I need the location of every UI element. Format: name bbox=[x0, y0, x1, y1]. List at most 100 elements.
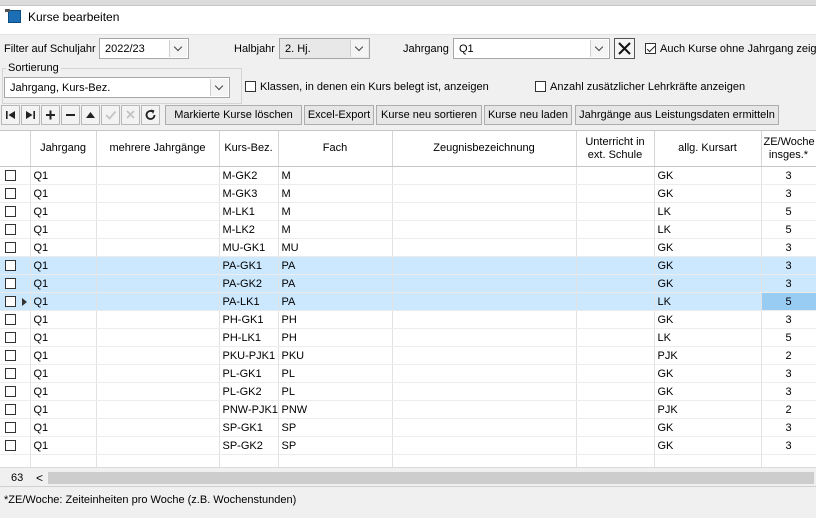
cell-kurs-bez[interactable]: M-LK1 bbox=[219, 202, 279, 221]
table-row[interactable]: Q1 PA-GK1 PA GK 3 bbox=[0, 256, 816, 275]
row-checkbox[interactable] bbox=[5, 224, 16, 235]
table-row[interactable]: Q1 PA-LK1 PA LK 5 bbox=[0, 292, 816, 311]
cell-mehrere[interactable] bbox=[96, 436, 220, 455]
last-record-button[interactable] bbox=[21, 105, 40, 125]
klassen-checkbox[interactable] bbox=[245, 81, 256, 92]
cell-fach[interactable]: PA bbox=[278, 292, 393, 311]
row-select-cell[interactable] bbox=[0, 220, 31, 239]
row-select-cell[interactable] bbox=[0, 310, 31, 329]
cell-ext-schule[interactable] bbox=[576, 292, 655, 311]
table-row[interactable]: Q1 PL-GK2 PL GK 3 bbox=[0, 382, 816, 401]
cell-kursart[interactable]: PJK bbox=[654, 400, 762, 419]
cell-ext-schule[interactable] bbox=[576, 238, 655, 257]
row-checkbox[interactable] bbox=[5, 278, 16, 289]
row-select-cell[interactable] bbox=[0, 382, 31, 401]
cell-fach[interactable]: PNW bbox=[278, 400, 393, 419]
resort-button[interactable]: Kurse neu sortieren bbox=[376, 105, 482, 125]
row-checkbox[interactable] bbox=[5, 296, 16, 307]
scroll-left-icon[interactable]: < bbox=[36, 471, 43, 485]
cell-kurs-bez[interactable]: PL-GK2 bbox=[219, 382, 279, 401]
anzahl-checkbox[interactable] bbox=[535, 81, 546, 92]
cell-ext-schule[interactable] bbox=[576, 400, 655, 419]
chevron-down-icon[interactable] bbox=[590, 40, 608, 57]
cell-ze-woche[interactable]: 2 bbox=[761, 346, 816, 365]
cell-zeugnis[interactable] bbox=[392, 346, 577, 365]
cell-ze-woche[interactable]: 3 bbox=[761, 274, 816, 293]
cell-kurs-bez[interactable]: PH-LK1 bbox=[219, 328, 279, 347]
row-checkbox[interactable] bbox=[5, 404, 16, 415]
cell-jahrgang[interactable]: Q1 bbox=[30, 310, 97, 329]
cell-fach[interactable]: PH bbox=[278, 310, 393, 329]
cell-fach[interactable]: SP bbox=[278, 436, 393, 455]
row-select-cell[interactable] bbox=[0, 436, 31, 455]
cell-mehrere[interactable] bbox=[96, 346, 220, 365]
clear-jahrgang-button[interactable] bbox=[614, 38, 635, 59]
halbjahr-select[interactable]: 2. Hj. bbox=[279, 38, 370, 59]
row-select-cell[interactable] bbox=[0, 238, 31, 257]
cell-kursart[interactable]: LK bbox=[654, 328, 762, 347]
cell-ze-woche[interactable]: 5 bbox=[761, 328, 816, 347]
cell-kursart[interactable]: GK bbox=[654, 310, 762, 329]
cell-jahrgang[interactable]: Q1 bbox=[30, 238, 97, 257]
table-row[interactable]: Q1 M-LK1 M LK 5 bbox=[0, 202, 816, 221]
table-row[interactable]: Q1 SP-GK2 SP GK 3 bbox=[0, 436, 816, 455]
col-ze-woche[interactable]: ZE/Woche insges.* bbox=[761, 131, 816, 167]
cell-mehrere[interactable] bbox=[96, 202, 220, 221]
cell-mehrere[interactable] bbox=[96, 220, 220, 239]
chevron-down-icon[interactable] bbox=[350, 40, 368, 57]
cancel-button[interactable] bbox=[121, 105, 140, 125]
jahrgang-select[interactable]: Q1 bbox=[453, 38, 610, 59]
col-zeugnisbezeichnung[interactable]: Zeugnisbezeichnung bbox=[392, 131, 577, 167]
cell-fach[interactable]: PL bbox=[278, 382, 393, 401]
cell-zeugnis[interactable] bbox=[392, 382, 577, 401]
cell-kurs-bez[interactable]: PA-LK1 bbox=[219, 292, 279, 311]
cell-kursart[interactable]: GK bbox=[654, 436, 762, 455]
cell-ext-schule[interactable] bbox=[576, 418, 655, 437]
cell-jahrgang[interactable]: Q1 bbox=[30, 382, 97, 401]
cell-ze-woche[interactable]: 5 bbox=[761, 202, 816, 221]
cell-fach[interactable]: PA bbox=[278, 274, 393, 293]
cell-fach[interactable]: M bbox=[278, 184, 393, 203]
col-select[interactable] bbox=[0, 131, 31, 167]
cell-zeugnis[interactable] bbox=[392, 364, 577, 383]
cell-ze-woche[interactable]: 5 bbox=[761, 220, 816, 239]
row-checkbox[interactable] bbox=[5, 170, 16, 181]
cell-kursart[interactable]: GK bbox=[654, 184, 762, 203]
col-fach[interactable]: Fach bbox=[278, 131, 393, 167]
cell-kursart[interactable]: GK bbox=[654, 238, 762, 257]
cell-jahrgang[interactable]: Q1 bbox=[30, 400, 97, 419]
cell-mehrere[interactable] bbox=[96, 184, 220, 203]
cell-zeugnis[interactable] bbox=[392, 418, 577, 437]
kurse-table[interactable]: Jahrgang mehrere Jahrgänge Kurs-Bez. Fac… bbox=[0, 130, 816, 472]
cell-ze-woche[interactable]: 3 bbox=[761, 436, 816, 455]
cell-ze-woche[interactable]: 3 bbox=[761, 166, 816, 185]
cell-kurs-bez[interactable]: M-GK3 bbox=[219, 184, 279, 203]
cell-kursart[interactable]: GK bbox=[654, 418, 762, 437]
col-mehrere-jahrgaenge[interactable]: mehrere Jahrgänge bbox=[96, 131, 220, 167]
cell-ext-schule[interactable] bbox=[576, 166, 655, 185]
cell-jahrgang[interactable]: Q1 bbox=[30, 418, 97, 437]
scrollbar-thumb[interactable] bbox=[48, 472, 814, 484]
cell-ext-schule[interactable] bbox=[576, 328, 655, 347]
horizontal-scrollbar[interactable]: 63 < bbox=[0, 467, 816, 487]
cell-fach[interactable]: PKU bbox=[278, 346, 393, 365]
col-kurs-bez[interactable]: Kurs-Bez. bbox=[219, 131, 279, 167]
cell-zeugnis[interactable] bbox=[392, 274, 577, 293]
table-row[interactable]: Q1 SP-GK1 SP GK 3 bbox=[0, 418, 816, 437]
cell-fach[interactable]: PA bbox=[278, 256, 393, 275]
cell-kurs-bez[interactable]: PL-GK1 bbox=[219, 364, 279, 383]
cell-zeugnis[interactable] bbox=[392, 256, 577, 275]
col-jahrgang[interactable]: Jahrgang bbox=[30, 131, 97, 167]
cell-zeugnis[interactable] bbox=[392, 220, 577, 239]
table-row[interactable]: Q1 M-GK2 M GK 3 bbox=[0, 166, 816, 185]
cell-kurs-bez[interactable]: PA-GK2 bbox=[219, 274, 279, 293]
cell-mehrere[interactable] bbox=[96, 310, 220, 329]
cell-jahrgang[interactable]: Q1 bbox=[30, 346, 97, 365]
cell-fach[interactable]: PL bbox=[278, 364, 393, 383]
cell-ze-woche[interactable]: 3 bbox=[761, 310, 816, 329]
cell-fach[interactable]: MU bbox=[278, 238, 393, 257]
row-checkbox[interactable] bbox=[5, 422, 16, 433]
cell-kursart[interactable]: GK bbox=[654, 382, 762, 401]
cell-kurs-bez[interactable]: M-LK2 bbox=[219, 220, 279, 239]
cell-zeugnis[interactable] bbox=[392, 292, 577, 311]
